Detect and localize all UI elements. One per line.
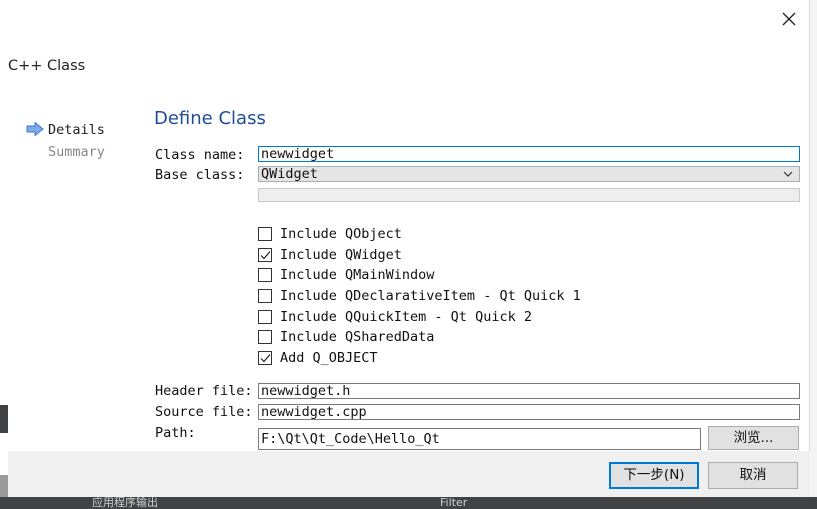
background-ide-edge-lower bbox=[0, 475, 8, 497]
header-file-input[interactable]: newwidget.h bbox=[258, 383, 800, 399]
checkbox-label: Include QQuickItem - Qt Quick 2 bbox=[280, 308, 532, 325]
checkbox-box[interactable] bbox=[258, 351, 272, 366]
source-file-label: Source file: bbox=[155, 404, 253, 420]
checkbox-label: Include QSharedData bbox=[280, 329, 435, 346]
dialog-title: C++ Class bbox=[8, 58, 86, 74]
background-ide-edge bbox=[0, 405, 8, 433]
background-right-edge bbox=[810, 0, 817, 497]
checkbox-box[interactable] bbox=[258, 309, 272, 324]
checkbox-label: Include QDeclarativeItem - Qt Quick 1 bbox=[280, 288, 581, 305]
path-input[interactable]: F:\Qt\Qt_Code\Hello_Qt bbox=[258, 428, 701, 450]
chevron-down-icon bbox=[783, 171, 793, 177]
background-filter-text: Filter bbox=[440, 497, 468, 509]
step-label: Summary bbox=[48, 144, 105, 160]
background-ide-panel: 应用程序输出 Filter bbox=[0, 497, 817, 509]
new-class-dialog: C++ Class Details Summary Define Class C… bbox=[8, 0, 810, 497]
path-label: Path: bbox=[155, 425, 196, 441]
checkbox-box[interactable] bbox=[258, 330, 272, 345]
checkbox-label: Include QObject bbox=[280, 226, 402, 242]
page-title: Define Class bbox=[154, 108, 266, 129]
checkbox-label: Include QMainWindow bbox=[280, 267, 435, 284]
checkbox-label: Include QWidget bbox=[280, 246, 402, 263]
base-class-value: QWidget bbox=[261, 166, 318, 182]
checkbox-box[interactable] bbox=[258, 227, 272, 241]
step-label: Details bbox=[48, 122, 105, 138]
cancel-button[interactable]: 取消 bbox=[708, 462, 798, 489]
class-name-label: Class name: bbox=[155, 147, 245, 163]
source-file-input[interactable]: newwidget.cpp bbox=[258, 404, 800, 420]
checkbox-box[interactable] bbox=[258, 268, 272, 283]
dialog-footer: 下一步(N) 取消 bbox=[8, 451, 810, 497]
checkbox-box[interactable] bbox=[258, 247, 272, 262]
empty-field-bar bbox=[258, 188, 800, 202]
checkbox-label: Add Q_OBJECT bbox=[280, 350, 378, 367]
base-class-label: Base class: bbox=[155, 167, 245, 183]
header-file-label: Header file: bbox=[155, 383, 253, 399]
class-name-input[interactable]: newwidget bbox=[258, 146, 800, 162]
background-panel-title: 应用程序输出 bbox=[92, 497, 158, 509]
close-icon bbox=[782, 12, 796, 26]
checkmark-icon bbox=[260, 250, 271, 260]
current-step-arrow-icon bbox=[26, 122, 44, 136]
checkbox-box[interactable] bbox=[258, 289, 272, 304]
next-button[interactable]: 下一步(N) bbox=[609, 462, 699, 489]
close-button[interactable] bbox=[778, 8, 800, 30]
checkmark-icon bbox=[260, 354, 271, 363]
base-class-select[interactable]: QWidget bbox=[258, 166, 800, 182]
browse-button[interactable]: 浏览... bbox=[708, 426, 799, 450]
